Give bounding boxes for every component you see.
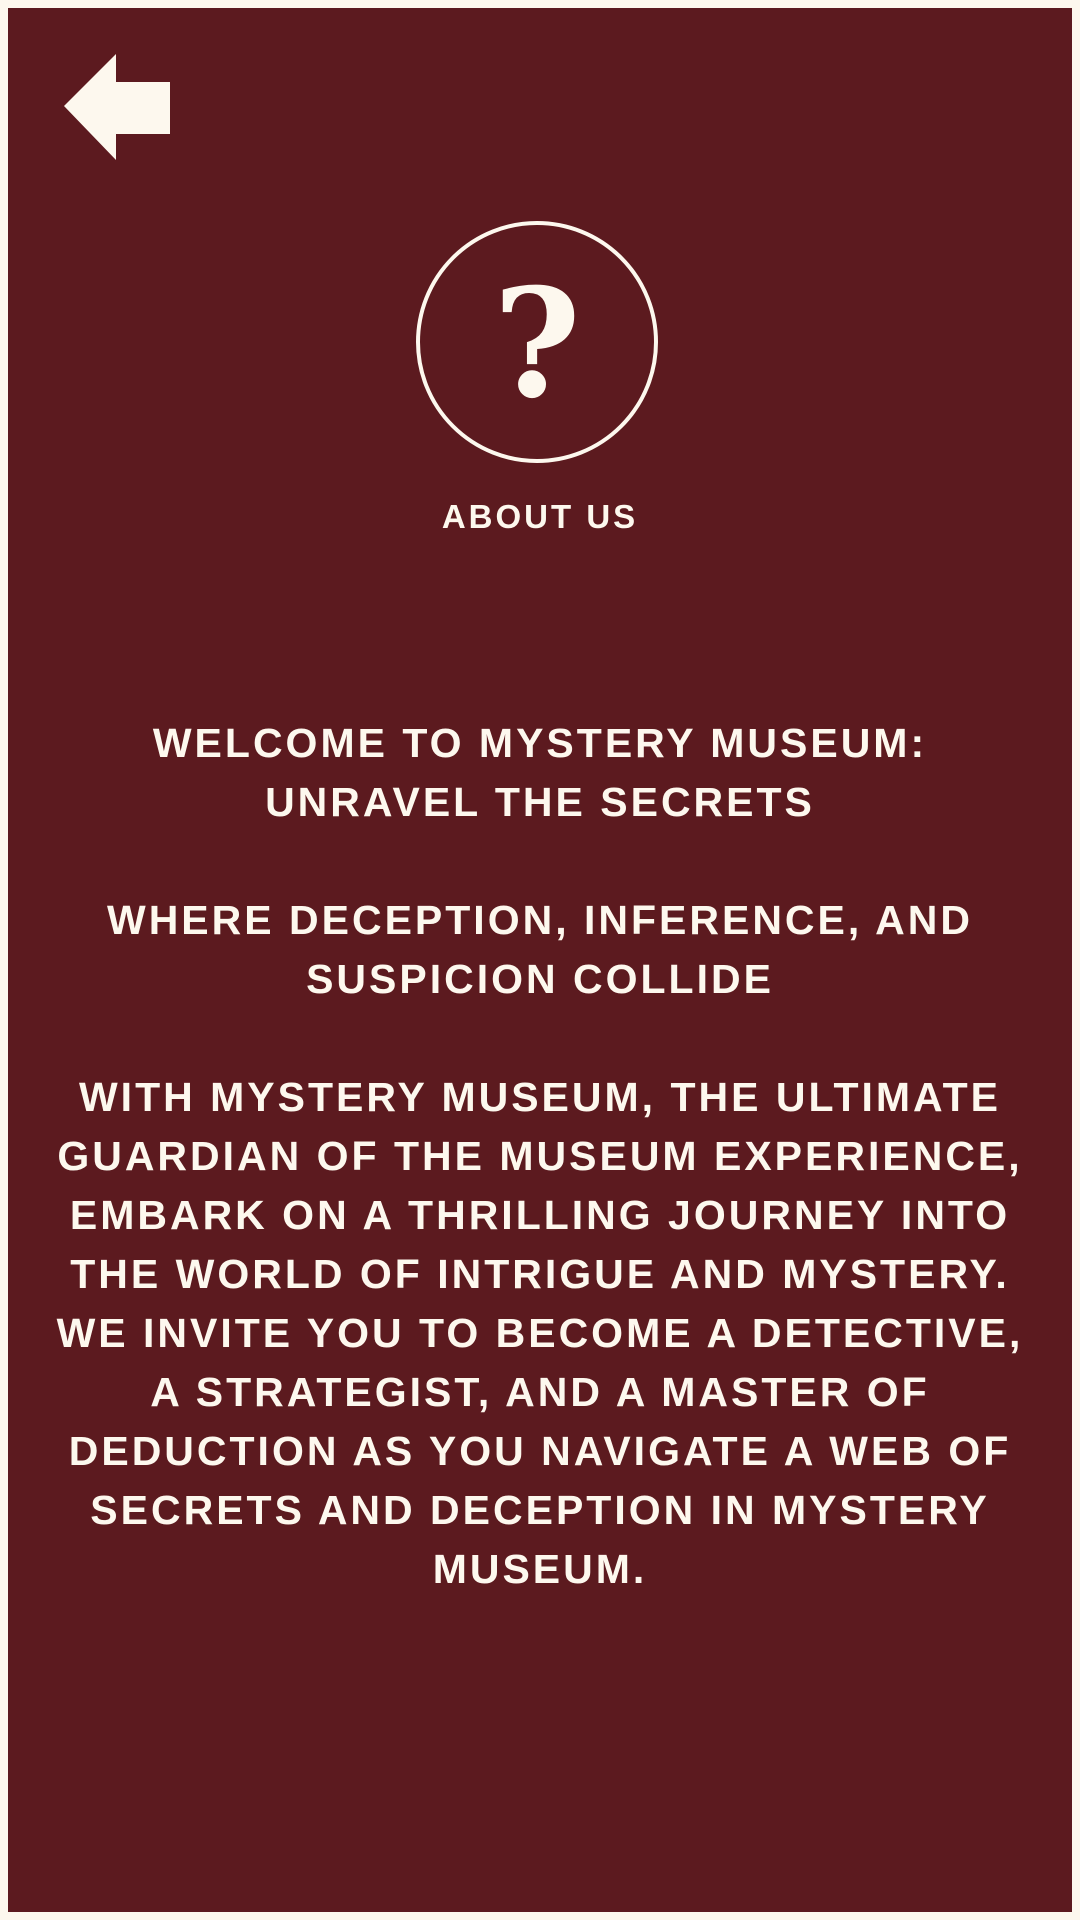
tagline: WHERE DECEPTION, INFERENCE, AND SUSPICIO… (107, 897, 973, 1002)
about-content: WELCOME TO MYSTERY MUSEUM: UNRAVEL THE S… (38, 714, 1042, 1599)
arrow-left-icon (64, 54, 170, 160)
back-button[interactable] (64, 54, 176, 166)
description-paragraph: WITH MYSTERY MUSEUM, THE ULTIMATE GUARDI… (56, 1074, 1024, 1592)
question-mark-icon: ? (493, 256, 581, 432)
welcome-heading: WELCOME TO MYSTERY MUSEUM: UNRAVEL THE S… (152, 720, 928, 825)
question-mark-badge: ? (416, 221, 658, 463)
page-title: ABOUT US (441, 498, 639, 535)
about-screen: ? ABOUT US WELCOME TO MYSTERY MUSEUM: UN… (8, 8, 1072, 1912)
